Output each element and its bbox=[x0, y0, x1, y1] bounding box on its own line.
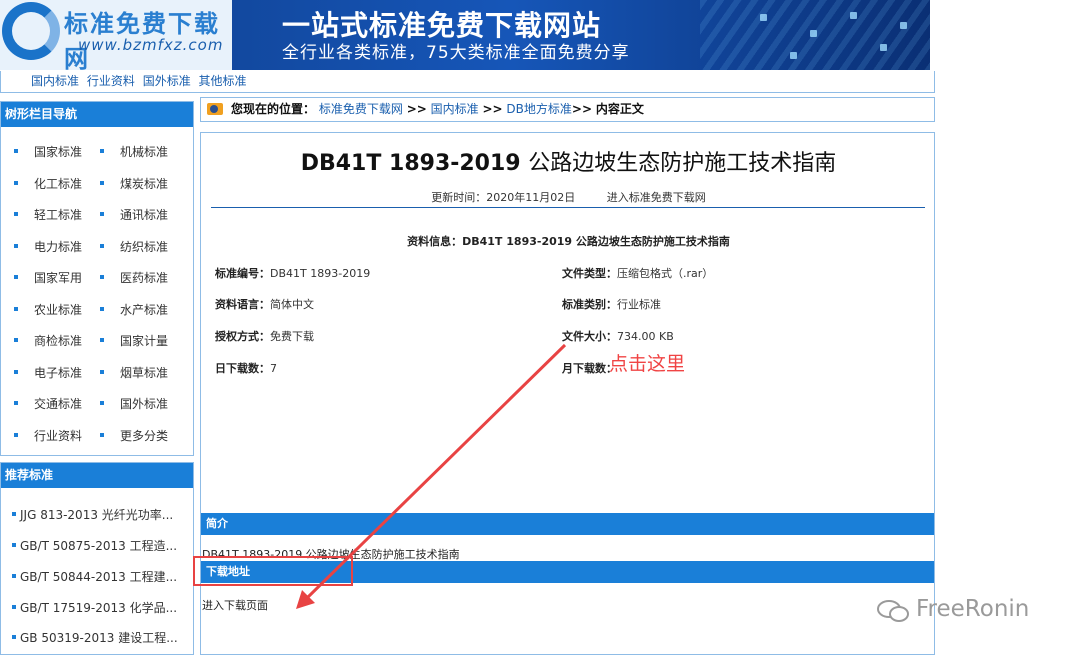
field-label: 授权方式： bbox=[215, 330, 270, 343]
field-filetype: 文件类型：压缩包格式（.rar） bbox=[562, 265, 713, 281]
sidebar-category-item[interactable]: 纺织标准 bbox=[99, 238, 168, 255]
sidebar-category-item[interactable]: 国家标准 bbox=[13, 143, 82, 160]
deco-icon bbox=[790, 52, 797, 59]
field-label: 文件类型： bbox=[562, 267, 617, 280]
logo-url: www.bzmfxz.com bbox=[78, 36, 224, 54]
field-license: 授权方式：免费下载 bbox=[215, 328, 314, 344]
sidebar-category-item[interactable]: 轻工标准 bbox=[13, 206, 82, 223]
field-category: 标准类别：行业标准 bbox=[562, 296, 661, 312]
deco-icon bbox=[880, 44, 887, 51]
sidebar-category-item[interactable]: 交通标准 bbox=[13, 395, 82, 412]
title-name: 公路边坡生态防护施工技术指南 bbox=[528, 151, 837, 176]
update-line: 更新时间：2020年11月02日 进入标准免费下载网 bbox=[201, 189, 936, 205]
banner-decoration bbox=[700, 0, 930, 70]
sidebar-category-item[interactable]: 国家计量 bbox=[99, 332, 168, 349]
field-value: 7 bbox=[270, 362, 277, 375]
title-code: DB41T 1893-2019 bbox=[300, 151, 521, 176]
field-label: 日下载数： bbox=[215, 362, 270, 375]
sidebar-category-item[interactable]: 国家军用 bbox=[13, 269, 82, 286]
update-time: 更新时间：2020年11月02日 bbox=[431, 191, 576, 204]
breadcrumb-current: 内容正文 bbox=[595, 102, 644, 116]
info-heading: 资料信息：DB41T 1893-2019 公路边坡生态防护施工技术指南 bbox=[407, 235, 730, 248]
field-value: 免费下载 bbox=[270, 330, 314, 343]
sidebar-category-item[interactable]: 国外标准 bbox=[99, 395, 168, 412]
sidebar-category-item[interactable]: 行业资料 bbox=[13, 427, 82, 444]
deco-icon bbox=[900, 22, 907, 29]
field-label: 资料语言： bbox=[215, 298, 270, 311]
breadcrumb-separator: >> bbox=[571, 102, 592, 116]
field-value: 简体中文 bbox=[270, 298, 314, 311]
field-label: 标准类别： bbox=[562, 298, 617, 311]
site-logo[interactable]: 标准免费下载网 www.bzmfxz.com bbox=[0, 0, 232, 70]
download-page-link[interactable]: 进入下载页面 bbox=[202, 597, 268, 613]
deco-icon bbox=[850, 12, 857, 19]
breadcrumb-separator: >> bbox=[406, 102, 427, 116]
sidebar-category-item[interactable]: 更多分类 bbox=[99, 427, 168, 444]
recommended-item[interactable]: GB/T 50875-2013 工程造... bbox=[11, 537, 177, 554]
site-banner: 标准免费下载网 www.bzmfxz.com 一站式标准免费下载网站 全行业各类… bbox=[0, 0, 930, 70]
field-language: 资料语言：简体中文 bbox=[215, 296, 314, 312]
page-title: DB41T 1893-2019 公路边坡生态防护施工技术指南 bbox=[201, 145, 936, 177]
top-navigation: 国内标准 行业资料 国外标准 其他标准 bbox=[0, 71, 935, 93]
sidebar-category-item[interactable]: 烟草标准 bbox=[99, 364, 168, 381]
deco-icon bbox=[810, 30, 817, 37]
sidebar-category-item[interactable]: 通讯标准 bbox=[99, 206, 168, 223]
breadcrumb-home[interactable]: 标准免费下载网 bbox=[319, 102, 403, 116]
sidebar-category-item[interactable]: 电子标准 bbox=[13, 364, 82, 381]
field-size: 文件大小：734.00 KB bbox=[562, 328, 674, 344]
recommended-item[interactable]: GB/T 50844-2013 工程建... bbox=[11, 568, 177, 585]
annotation-text: 点击这里 bbox=[609, 353, 686, 375]
sidebar-category-item[interactable]: 农业标准 bbox=[13, 301, 82, 318]
intro-section-header: 简介 bbox=[201, 513, 934, 535]
sidebar-nav-title: 树形栏目导航 bbox=[1, 102, 193, 127]
banner-subheadline: 全行业各类标准，75大类标准全面免费分享 bbox=[282, 43, 630, 63]
annotation-highlight-box bbox=[193, 556, 353, 586]
sidebar-category-item[interactable]: 电力标准 bbox=[13, 238, 82, 255]
field-code: 标准编号：DB41T 1893-2019 bbox=[215, 265, 370, 281]
field-value: DB41T 1893-2019 bbox=[270, 267, 371, 280]
topnav-industry[interactable]: 行业资料 bbox=[87, 74, 135, 88]
sidebar-rec-title: 推荐标准 bbox=[1, 463, 193, 488]
field-label: 标准编号： bbox=[215, 267, 270, 280]
logo-mark-icon bbox=[2, 2, 60, 60]
field-daily-downloads: 日下载数：7 bbox=[215, 360, 277, 376]
enter-site-link[interactable]: 进入标准免费下载网 bbox=[607, 191, 706, 204]
topnav-domestic[interactable]: 国内标准 bbox=[31, 74, 79, 88]
field-value: 734.00 KB bbox=[617, 330, 674, 343]
deco-icon bbox=[760, 14, 767, 21]
breadcrumb: 您现在的位置： 标准免费下载网 >> 国内标准 >> DB地方标准>> 内容正文 bbox=[200, 97, 935, 122]
sidebar-category-item[interactable]: 水产标准 bbox=[99, 301, 168, 318]
sidebar-category-item[interactable]: 商检标准 bbox=[13, 332, 82, 349]
field-label: 文件大小： bbox=[562, 330, 617, 343]
recommended-item[interactable]: JJG 813-2013 光纤光功率... bbox=[11, 506, 173, 523]
field-value: 行业标准 bbox=[617, 298, 661, 311]
breadcrumb-db-local[interactable]: DB地方标准 bbox=[506, 102, 571, 116]
location-icon bbox=[207, 103, 223, 115]
recommended-item[interactable]: GB/T 17519-2013 化学品... bbox=[11, 599, 177, 616]
recommended-item[interactable]: GB 50319-2013 建设工程... bbox=[12, 629, 178, 646]
sidebar-recommended: 推荐标准 JJG 813-2013 光纤光功率... GB/T 50875-20… bbox=[0, 462, 194, 655]
field-value: 压缩包格式（.rar） bbox=[617, 267, 714, 280]
sidebar-category-item[interactable]: 医药标准 bbox=[99, 269, 168, 286]
sidebar-category-item[interactable]: 煤炭标准 bbox=[99, 175, 168, 192]
title-divider bbox=[211, 207, 925, 208]
sidebar-category-item[interactable]: 机械标准 bbox=[99, 143, 168, 160]
breadcrumb-domestic[interactable]: 国内标准 bbox=[431, 102, 479, 116]
watermark-text: FreeRonin bbox=[916, 596, 1030, 622]
sidebar-category-item[interactable]: 化工标准 bbox=[13, 175, 82, 192]
wechat-icon bbox=[877, 600, 909, 622]
sidebar-category-nav: 树形栏目导航 国家标准 机械标准 化工标准 煤炭标准 轻工标准 通讯标准 电力标准 纺织标准国… bbox=[0, 101, 194, 456]
topnav-foreign[interactable]: 国外标准 bbox=[143, 74, 191, 88]
breadcrumb-separator: >> bbox=[482, 102, 503, 116]
breadcrumb-label: 您现在的位置： bbox=[231, 102, 316, 116]
topnav-other[interactable]: 其他标准 bbox=[199, 74, 247, 88]
